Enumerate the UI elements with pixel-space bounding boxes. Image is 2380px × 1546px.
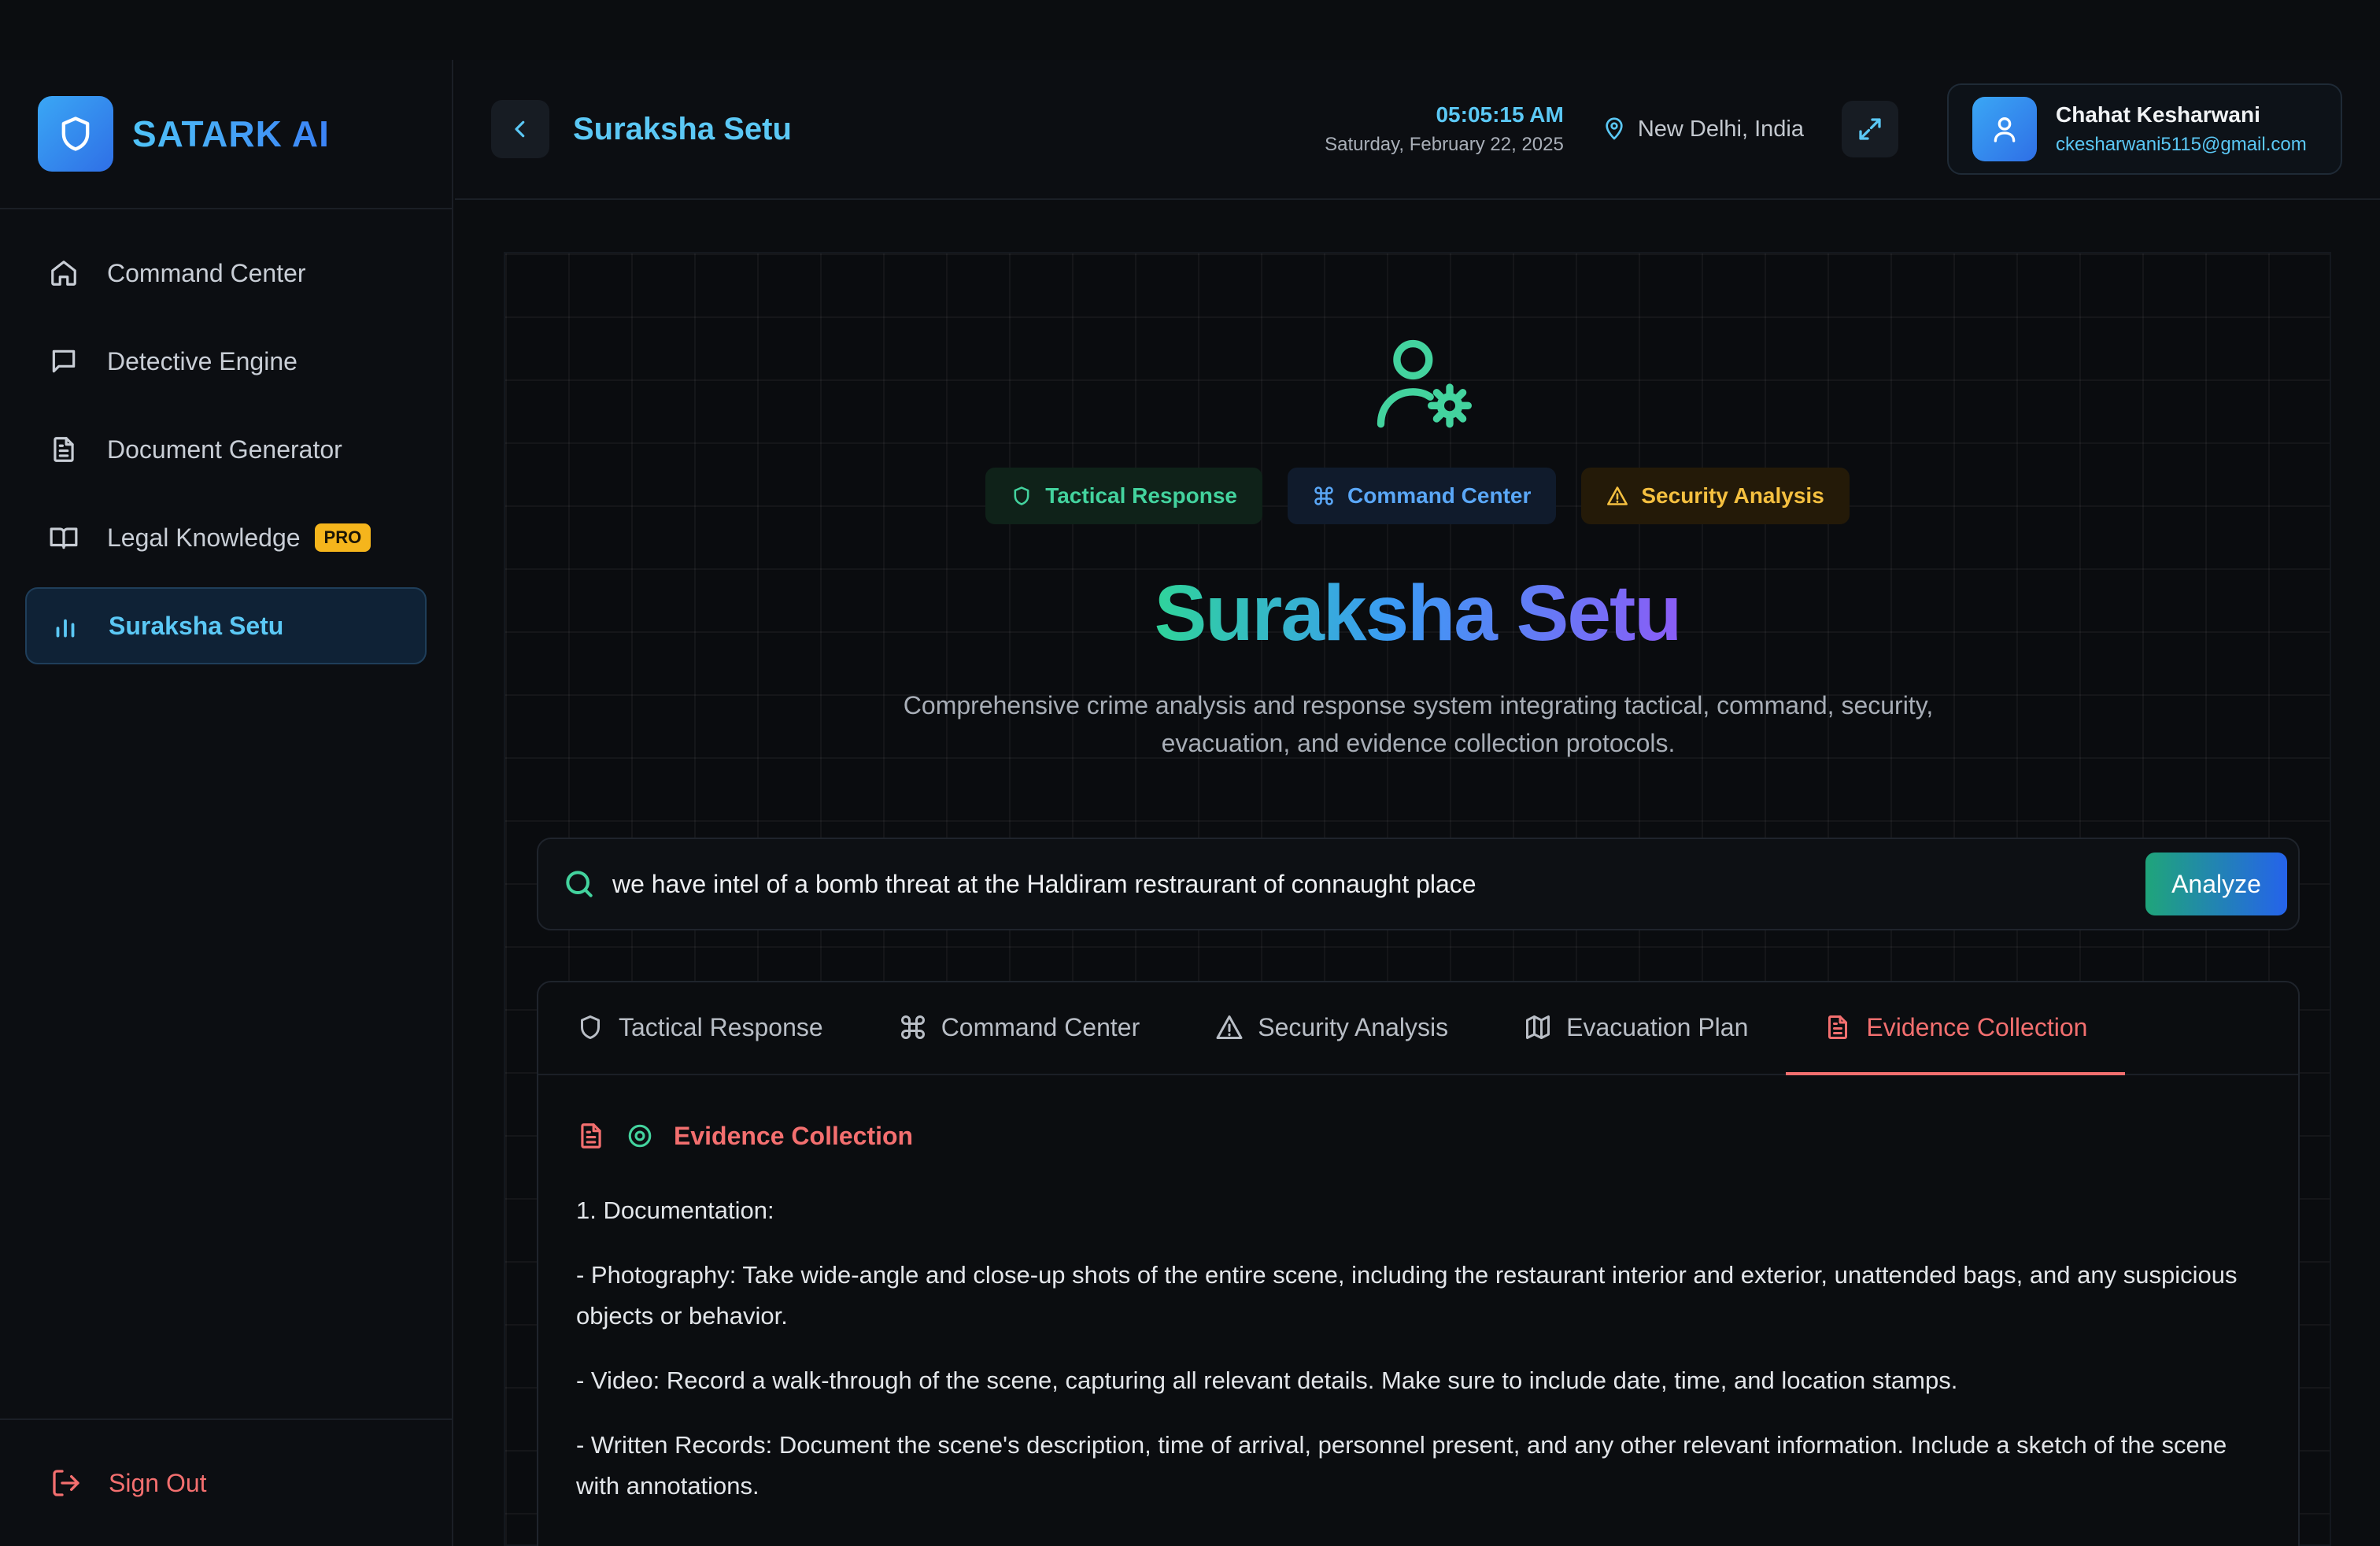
chat-icon — [49, 346, 80, 377]
tab-label: Evidence Collection — [1866, 1012, 2088, 1041]
sidebar-item-legal-knowledge[interactable]: Legal Knowledge PRO — [25, 499, 427, 576]
warning-icon — [1606, 485, 1628, 507]
sidebar-item-label: Legal Knowledge — [107, 523, 301, 552]
shield-icon — [1011, 485, 1033, 507]
map-pin-icon — [1602, 117, 1627, 142]
tab-evidence-collection[interactable]: Evidence Collection — [1786, 982, 2126, 1075]
document-icon — [1824, 1013, 1852, 1041]
sidebar-item-label: Detective Engine — [107, 346, 298, 375]
back-button[interactable] — [491, 100, 549, 158]
chip-tactical-response: Tactical Response — [985, 468, 1262, 524]
brand-name: SATARK AI — [132, 113, 330, 154]
user-email: ckesharwani5115@gmail.com — [2056, 134, 2307, 155]
home-icon — [49, 257, 80, 289]
command-icon — [1313, 485, 1335, 507]
chip-label: Security Analysis — [1641, 483, 1824, 508]
result-heading-text: Evidence Collection — [674, 1121, 914, 1150]
top-header: Suraksha Setu 05:05:15 AM Saturday, Febr… — [455, 60, 2380, 200]
capability-chips: Tactical Response Command Center Securit… — [505, 468, 2330, 524]
results-panel: Tactical Response Command Center Securit… — [537, 981, 2300, 1546]
tab-security-analysis[interactable]: Security Analysis — [1215, 982, 1449, 1074]
tab-label: Command Center — [941, 1012, 1140, 1041]
result-paragraph: - Photography: Take wide-angle and close… — [576, 1261, 2238, 1330]
tab-label: Tactical Response — [619, 1012, 823, 1041]
document-icon — [576, 1121, 606, 1151]
avatar — [1972, 97, 2037, 161]
warning-icon — [1215, 1013, 1244, 1041]
document-icon — [49, 434, 80, 465]
expand-icon — [1859, 118, 1881, 140]
sidebar-item-label: Command Center — [107, 258, 306, 287]
user-icon — [1994, 117, 2016, 142]
map-icon — [1524, 1013, 1552, 1041]
sidebar-item-command-center[interactable]: Command Center — [25, 235, 427, 312]
search-icon — [566, 871, 593, 897]
shield-logo-icon — [38, 96, 113, 172]
pro-badge: PRO — [314, 523, 371, 552]
tab-label: Security Analysis — [1258, 1012, 1449, 1041]
current-date: Saturday, February 22, 2025 — [1325, 134, 1564, 155]
fullscreen-button[interactable] — [1842, 101, 1898, 157]
bar-chart-icon — [50, 610, 82, 642]
result-heading: Evidence Collection — [576, 1121, 2260, 1151]
result-content: Evidence Collection 1. Documentation: - … — [538, 1075, 2298, 1507]
sidebar-item-suraksha-setu[interactable]: Suraksha Setu — [25, 587, 427, 664]
hero-description: Comprehensive crime analysis and respons… — [903, 691, 1934, 757]
sidebar-item-label: Suraksha Setu — [109, 611, 284, 640]
command-icon — [899, 1013, 927, 1041]
chevron-left-icon — [515, 120, 525, 138]
location-label: New Delhi, India — [1637, 116, 1804, 142]
sidebar-nav: Command Center Detective Engine Document… — [0, 209, 452, 664]
chip-label: Command Center — [1347, 483, 1532, 508]
book-icon — [49, 522, 80, 553]
clock: 05:05:15 AM Saturday, February 22, 2025 — [1325, 102, 1564, 156]
chip-security-analysis: Security Analysis — [1581, 468, 1850, 524]
tab-tactical-response[interactable]: Tactical Response — [576, 982, 823, 1074]
hero-title-text: Suraksha Setu — [1154, 569, 1683, 657]
logout-icon — [50, 1467, 82, 1499]
tab-evacuation-plan[interactable]: Evacuation Plan — [1524, 982, 1749, 1074]
sidebar-item-document-generator[interactable]: Document Generator — [25, 411, 427, 488]
current-time: 05:05:15 AM — [1436, 102, 1564, 127]
search-input[interactable]: we have intel of a bomb threat at the Ha… — [612, 870, 2145, 899]
tab-label: Evacuation Plan — [1566, 1012, 1749, 1041]
location: New Delhi, India — [1602, 117, 1804, 142]
user-name: Chahat Kesharwani — [2056, 102, 2260, 127]
result-paragraph: - Written Records: Document the scene's … — [576, 1431, 2227, 1500]
brand[interactable]: SATARK AI — [0, 60, 452, 209]
result-paragraph: 1. Documentation: — [576, 1196, 774, 1224]
chip-label: Tactical Response — [1045, 483, 1237, 508]
user-cog-icon — [1377, 339, 1472, 428]
sidebar: SATARK AI Command Center Detective Engin… — [0, 60, 453, 1546]
sidebar-item-label: Document Generator — [107, 435, 342, 464]
shield-icon — [576, 1013, 604, 1041]
sign-out-button[interactable]: Sign Out — [0, 1418, 452, 1546]
results-tabs: Tactical Response Command Center Securit… — [538, 982, 2298, 1075]
sidebar-item-detective-engine[interactable]: Detective Engine — [25, 323, 427, 400]
search-bar: we have intel of a bomb threat at the Ha… — [537, 838, 2300, 930]
target-icon — [626, 1123, 653, 1149]
main-panel: Tactical Response Command Center Securit… — [504, 252, 2331, 1546]
result-paragraph: - Video: Record a walk-through of the sc… — [576, 1367, 1958, 1394]
user-profile[interactable]: Chahat Kesharwani ckesharwani5115@gmail.… — [1947, 83, 2342, 175]
analyze-button[interactable]: Analyze — [2145, 853, 2287, 915]
tab-command-center[interactable]: Command Center — [899, 982, 1140, 1074]
chip-command-center: Command Center — [1288, 468, 1557, 524]
page-title: Suraksha Setu — [573, 111, 792, 146]
sign-out-label: Sign Out — [109, 1468, 207, 1497]
hero-title: Suraksha Setu — [505, 568, 2330, 659]
